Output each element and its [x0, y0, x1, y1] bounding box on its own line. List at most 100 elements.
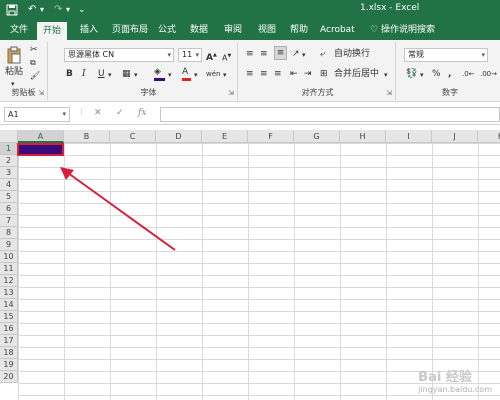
align-center-icon[interactable]: ≡: [260, 68, 268, 80]
chevron-down-icon: ▾: [167, 51, 171, 59]
grow-font-button[interactable]: A▲: [206, 49, 217, 64]
borders-icon[interactable]: ▦: [122, 68, 131, 80]
worksheet: ABCDEFGHIJK 1234567891011121314151617181…: [0, 130, 500, 400]
lightbulb-icon: ♡: [370, 25, 379, 35]
redo-dropdown-icon[interactable]: ▾: [66, 3, 70, 17]
alignment-launcher-icon[interactable]: ⇲: [386, 89, 392, 97]
font-name-value: 思源黑体 CN: [68, 50, 115, 59]
font-size-value: 11: [182, 50, 193, 59]
font-color-button[interactable]: A: [182, 66, 191, 81]
number-format-select[interactable]: 常规 ▾: [404, 48, 488, 62]
font-color-label: A: [182, 67, 189, 77]
watermark: Bai 经验 jingyan.baidu.com: [418, 366, 492, 394]
font-launcher-icon[interactable]: ⇲: [228, 89, 234, 97]
tell-me-label: 操作说明搜索: [380, 25, 435, 35]
insert-function-icon[interactable]: fx: [138, 108, 146, 118]
annotation-arrow-line: [67, 172, 176, 251]
font-size-select[interactable]: 11 ▾: [178, 48, 202, 62]
title-bar: ↶ ▾ ↷ ▾ ⌄ 1.xlsx - Excel: [0, 0, 500, 20]
orientation-icon[interactable]: ↗: [292, 48, 300, 60]
tab-data[interactable]: 数据: [190, 20, 208, 40]
top-align-icon[interactable]: ≡: [246, 48, 254, 60]
name-box[interactable]: A1 ▾: [4, 107, 70, 122]
cut-icon[interactable]: ✂: [30, 44, 38, 56]
undo-dropdown-icon[interactable]: ▾: [40, 3, 44, 17]
increase-decimal-icon[interactable]: .0←: [462, 68, 475, 80]
cancel-icon[interactable]: ✕: [94, 108, 102, 118]
wrap-text-icon[interactable]: ⤶: [320, 48, 325, 60]
bold-button[interactable]: B: [66, 68, 73, 80]
tab-insert[interactable]: 插入: [80, 20, 98, 40]
copy-icon[interactable]: ⧉: [30, 57, 36, 69]
watermark-logo: Bai 经验: [418, 370, 472, 385]
underline-dropdown-icon[interactable]: ▾: [108, 69, 112, 81]
tab-review[interactable]: 审阅: [224, 20, 242, 40]
paint-bucket-icon: ◈: [154, 67, 161, 77]
tab-page-layout[interactable]: 页面布局: [112, 20, 148, 40]
paste-button[interactable]: 粘贴: [4, 66, 24, 78]
window-title: 1.xlsx - Excel: [360, 3, 420, 13]
italic-button[interactable]: I: [82, 68, 86, 80]
font-color-dropdown-icon[interactable]: ▾: [194, 69, 198, 81]
underline-button[interactable]: U: [98, 68, 105, 80]
number-format-value: 常规: [408, 50, 424, 59]
save-icon[interactable]: [6, 3, 18, 17]
enter-icon[interactable]: ✓: [116, 108, 124, 118]
watermark-url: jingyan.baidu.com: [418, 385, 492, 394]
bottom-align-icon[interactable]: ≡: [274, 46, 287, 60]
format-painter-icon[interactable]: 🖌: [30, 70, 40, 82]
undo-icon[interactable]: ↶: [28, 3, 36, 17]
name-box-value: A1: [8, 110, 19, 119]
chevron-down-icon: ▾: [481, 51, 485, 59]
alignment-group-label: 对齐方式: [301, 88, 334, 97]
wrap-text-button[interactable]: 自动换行: [334, 48, 370, 60]
percent-style-button[interactable]: %: [432, 68, 441, 80]
phonetic-guide-button[interactable]: wén: [206, 68, 220, 80]
tab-help[interactable]: 帮助: [290, 20, 308, 40]
align-left-icon[interactable]: ≡: [246, 68, 254, 80]
formula-input[interactable]: [160, 107, 500, 122]
fill-color-dropdown-icon[interactable]: ▾: [168, 69, 172, 81]
font-name-select[interactable]: 思源黑体 CN ▾: [64, 48, 174, 62]
align-right-icon[interactable]: ≡: [274, 68, 282, 80]
chevron-down-icon: ▾: [62, 110, 66, 118]
merge-center-icon[interactable]: ⊞: [320, 68, 328, 80]
shrink-font-button[interactable]: A▼: [222, 50, 231, 65]
number-group: 常规 ▾ 💱 ▾ % , .0← .00→ 数字: [400, 42, 500, 100]
clipboard-group: 粘贴 ▾ ✂ ⧉ 🖌 剪贴板 ⇲: [0, 42, 48, 100]
number-group-label: 数字: [442, 88, 458, 97]
tab-formulas[interactable]: 公式: [158, 20, 176, 40]
decrease-decimal-icon[interactable]: .00→: [480, 68, 497, 80]
more-icon: ⋮: [78, 108, 85, 116]
annotation-arrow-head: [60, 167, 74, 180]
comma-style-button[interactable]: ,: [448, 68, 451, 80]
phonetic-dropdown-icon[interactable]: ▾: [223, 69, 227, 81]
fill-color-swatch: [154, 78, 165, 81]
clipboard-launcher-icon[interactable]: ⇲: [38, 89, 44, 97]
alignment-group: ≡ ≡ ≡ ↗ ▾ ⤶ 自动换行 ≡ ≡ ≡ ⇤ ⇥ ⊞ 合并后居中 ▾ 对齐方…: [240, 42, 396, 100]
tell-me-search[interactable]: ♡ 操作说明搜索: [370, 20, 435, 40]
ribbon-tabs: 文件 开始 插入 页面布局 公式 数据 审阅 视图 帮助 Acrobat ♡ 操…: [0, 20, 500, 40]
decrease-indent-icon[interactable]: ⇤: [290, 68, 298, 80]
borders-dropdown-icon[interactable]: ▾: [134, 69, 138, 81]
merge-center-button[interactable]: 合并后居中: [334, 68, 379, 80]
merge-dropdown-icon[interactable]: ▾: [384, 69, 388, 81]
redo-icon[interactable]: ↷: [54, 3, 62, 17]
paste-icon[interactable]: [6, 46, 22, 64]
tab-file[interactable]: 文件: [10, 20, 28, 40]
tab-view[interactable]: 视图: [258, 20, 276, 40]
font-group-label: 字体: [140, 88, 157, 97]
orientation-dropdown-icon[interactable]: ▾: [302, 49, 306, 61]
middle-align-icon[interactable]: ≡: [260, 48, 268, 60]
tab-acrobat[interactable]: Acrobat: [320, 20, 355, 40]
formula-bar: A1 ▾ ⋮ ✕ ✓ fx: [0, 103, 500, 125]
annotation-overlay: [60, 167, 176, 251]
tab-home[interactable]: 开始: [37, 22, 68, 40]
accounting-dropdown-icon[interactable]: ▾: [420, 69, 424, 81]
customize-quick-access-icon[interactable]: ⌄: [78, 3, 86, 17]
increase-indent-icon[interactable]: ⇥: [304, 68, 312, 80]
ribbon: 粘贴 ▾ ✂ ⧉ 🖌 剪贴板 ⇲ 思源黑体 CN ▾ 11 ▾ A▲ A▼ B I …: [0, 40, 500, 102]
accounting-format-icon[interactable]: 💱: [406, 68, 417, 80]
chevron-down-icon: ▾: [195, 51, 199, 59]
fill-color-button[interactable]: ◈: [154, 66, 165, 81]
